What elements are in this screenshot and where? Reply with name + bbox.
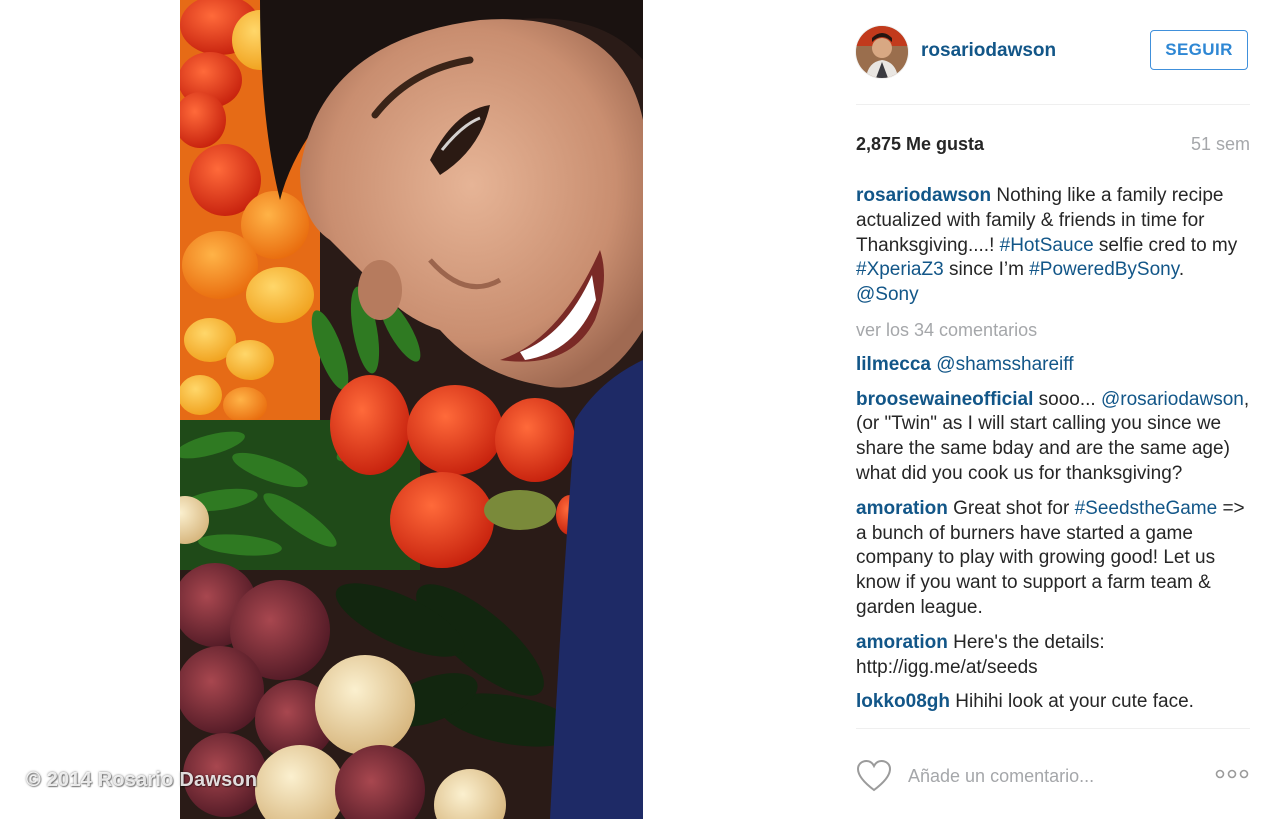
like-button[interactable]	[856, 759, 892, 793]
comment-item: amoration Here's the details: http://igg…	[856, 631, 1250, 681]
comment-item: broosewaineofficial sooo... @rosariodaws…	[856, 388, 1250, 487]
hashtag-link[interactable]: #XperiaZ3	[856, 259, 944, 280]
hashtag-link[interactable]: #HotSauce	[1000, 235, 1094, 256]
post-photo-image	[180, 0, 643, 819]
more-options-icon	[1215, 769, 1249, 779]
view-all-comments-link[interactable]: ver los 34 comentarios	[856, 318, 1250, 343]
comment-item: amoration Great shot for #SeedstheGame =…	[856, 497, 1250, 621]
avatar[interactable]	[856, 26, 908, 78]
comment-text: Great shot for	[947, 497, 1075, 519]
comment-username[interactable]: lokko08gh	[856, 691, 950, 712]
post-timestamp[interactable]: 51 sem	[1191, 134, 1250, 155]
mention-link[interactable]: @rosariodawson	[1101, 389, 1244, 410]
comment-username[interactable]: broosewaineofficial	[856, 389, 1033, 410]
comment-username[interactable]: amoration	[856, 632, 948, 653]
add-comment-input[interactable]	[908, 763, 1208, 789]
caption-text: since I’m	[943, 259, 1030, 281]
comment-item: lilmecca @shamsshareiff	[856, 353, 1250, 378]
comment-item: lokko08gh Hihihi look at your cute face.	[856, 690, 1250, 715]
caption-username[interactable]: rosariodawson	[856, 185, 991, 206]
comment-text: sooo...	[1033, 388, 1101, 410]
hashtag-link[interactable]: #SeedstheGame	[1075, 498, 1218, 519]
post-author-username[interactable]: rosariodawson	[921, 40, 1056, 62]
post-photo[interactable]	[180, 0, 643, 819]
heart-icon	[856, 759, 892, 792]
mention-link[interactable]: @shamsshareiff	[936, 354, 1073, 375]
post-caption: rosariodawson Nothing like a family reci…	[856, 184, 1250, 308]
post-sidebar: rosariodawson SEGUIR 2,875 Me gusta 51 s…	[856, 0, 1250, 819]
hashtag-link[interactable]: #PoweredBySony	[1029, 259, 1179, 280]
photo-pane: © 2014 Rosario Dawson	[0, 0, 822, 819]
post-stats: 2,875 Me gusta 51 sem	[856, 132, 1250, 158]
comment-text: Hihihi look at your cute face.	[949, 691, 1194, 713]
mention-link[interactable]: @Sony	[856, 284, 919, 305]
comment-username[interactable]: lilmecca	[856, 354, 931, 375]
comment-username[interactable]: amoration	[856, 498, 948, 519]
follow-button[interactable]: SEGUIR	[1150, 30, 1248, 70]
avatar-image	[856, 26, 908, 78]
more-options-button[interactable]	[1215, 767, 1249, 781]
caption-text: selfie cred to my	[1093, 234, 1238, 256]
photo-watermark: © 2014 Rosario Dawson	[26, 769, 258, 791]
caption-text: .	[1178, 259, 1185, 281]
likes-count[interactable]: 2,875 Me gusta	[856, 134, 984, 155]
comments-list: rosariodawson Nothing like a family reci…	[856, 184, 1250, 728]
post-header: rosariodawson SEGUIR	[856, 0, 1250, 105]
post-footer	[856, 728, 1250, 820]
